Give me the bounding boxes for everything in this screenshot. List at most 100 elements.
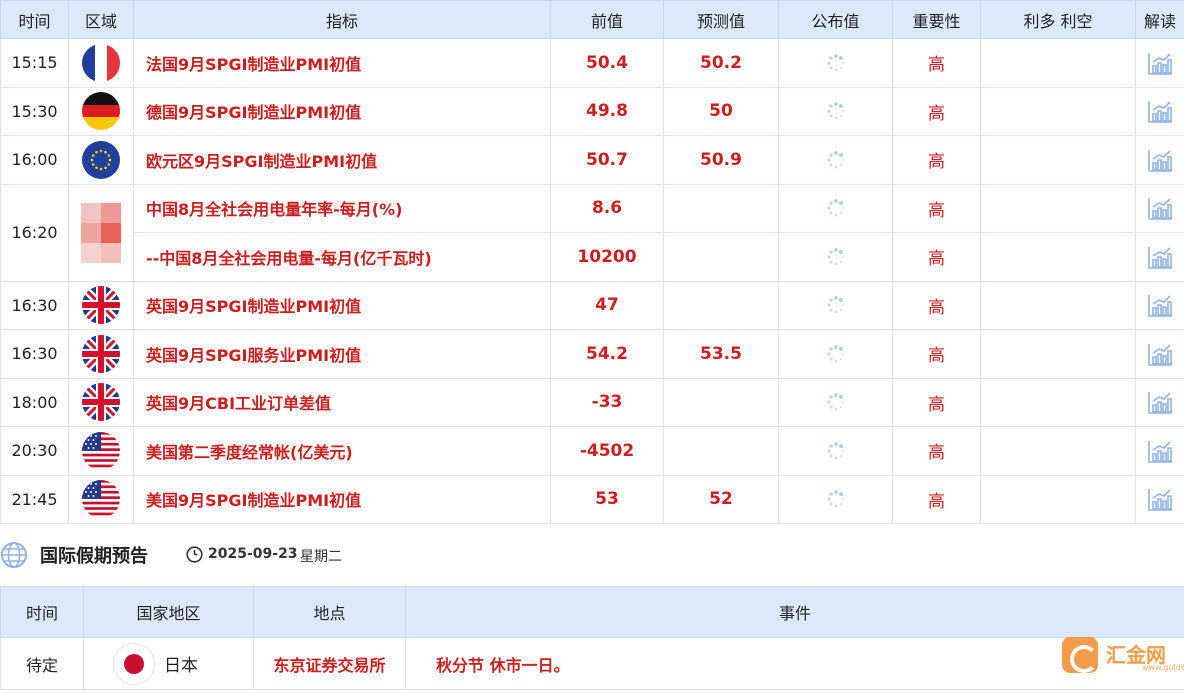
analysis-chart-icon[interactable] <box>1136 389 1184 415</box>
row-actual <box>778 426 893 476</box>
row-indicator[interactable]: 欧元区9月SPGI制造业PMI初值 <box>133 135 551 185</box>
header-impact: 利多 利空 <box>980 0 1136 39</box>
row-indicator[interactable]: 美国9月SPGI制造业PMI初值 <box>133 474 551 524</box>
analysis-chart-icon[interactable] <box>1136 292 1184 318</box>
row-time: 21:45 <box>0 474 69 524</box>
row-previous: -4502 <box>550 426 664 476</box>
row-analysis[interactable] <box>1135 426 1184 476</box>
holiday-section-title: 国际假期预告 <box>40 546 148 567</box>
row-actual <box>778 280 893 330</box>
holiday-weekday: 星期二 <box>300 549 342 565</box>
analysis-chart-icon[interactable] <box>1136 486 1184 512</box>
row-time: 16:30 <box>0 329 69 379</box>
analysis-chart-icon[interactable] <box>1136 341 1184 367</box>
globe-icon <box>0 541 28 569</box>
eu-flag-icon <box>82 140 120 179</box>
row-importance: 高 <box>892 86 981 136</box>
row-impact <box>980 183 1136 233</box>
header-actual: 公布值 <box>778 0 893 39</box>
clock-icon <box>186 546 203 563</box>
row-analysis[interactable] <box>1135 38 1184 88</box>
loading-spinner-icon <box>779 198 892 218</box>
row-actual <box>778 474 893 524</box>
row-impact <box>980 232 1136 282</box>
row-indicator[interactable]: 美国第二季度经常帐(亿美元) <box>133 426 551 476</box>
row-analysis[interactable] <box>1135 280 1184 330</box>
row-importance: 高 <box>892 329 981 379</box>
table-row: 16:30 英国9月SPGI制造业PMI初值 47 高 <box>0 280 1184 330</box>
row-region <box>68 474 134 524</box>
logo-icon <box>1062 637 1098 673</box>
row-forecast <box>663 183 779 233</box>
row-forecast <box>663 280 779 330</box>
row-importance: 高 <box>892 377 981 427</box>
loading-spinner-icon <box>779 392 892 412</box>
row-actual <box>778 86 893 136</box>
row-analysis[interactable] <box>1135 377 1184 427</box>
table-header-row: 时间 区域 指标 前值 预测值 公布值 重要性 利多 利空 解读 <box>0 0 1184 39</box>
row-time: 15:15 <box>0 38 69 88</box>
holiday-time: 待定 <box>0 637 84 690</box>
row-previous: 8.6 <box>550 183 664 233</box>
row-importance: 高 <box>892 232 981 282</box>
table-row: 16:30 英国9月SPGI服务业PMI初值 54.2 53.5 高 <box>0 329 1184 379</box>
holiday-header-country: 国家地区 <box>83 586 254 638</box>
row-importance: 高 <box>892 183 981 233</box>
row-previous: 10200 <box>550 232 664 282</box>
row-indicator[interactable]: 英国9月SPGI制造业PMI初值 <box>133 280 551 330</box>
row-indicator[interactable]: 英国9月SPGI服务业PMI初值 <box>133 329 551 379</box>
row-indicator[interactable]: 中国8月全社会用电量年率-每月(%) <box>133 183 551 233</box>
analysis-chart-icon[interactable] <box>1136 244 1184 270</box>
row-analysis[interactable] <box>1135 474 1184 524</box>
loading-spinner-icon <box>779 101 892 121</box>
row-impact <box>980 38 1136 88</box>
row-previous: 54.2 <box>550 329 664 379</box>
analysis-chart-icon[interactable] <box>1136 98 1184 124</box>
row-time: 16:20 <box>0 183 69 282</box>
row-indicator[interactable]: 德国9月SPGI制造业PMI初值 <box>133 86 551 136</box>
row-impact <box>980 135 1136 185</box>
row-actual <box>778 183 893 233</box>
row-forecast: 53.5 <box>663 329 779 379</box>
holiday-header-row: 时间 国家地区 地点 事件 <box>0 586 1184 638</box>
row-indicator[interactable]: --中国8月全社会用电量-每月(亿千瓦时) <box>133 232 551 282</box>
row-analysis[interactable] <box>1135 86 1184 136</box>
table-row: 21:45 美国9月SPGI制造业PMI初值 53 52 高 <box>0 474 1184 524</box>
table-row: 16:00 欧元区9月SPGI制造业PMI初值 50.7 50.9 高 <box>0 135 1184 185</box>
header-region: 区域 <box>68 0 134 39</box>
row-indicator[interactable]: 英国9月CBI工业订单差值 <box>133 377 551 427</box>
row-analysis[interactable] <box>1135 232 1184 282</box>
row-actual <box>778 232 893 282</box>
row-region <box>68 86 134 136</box>
row-importance: 高 <box>892 280 981 330</box>
germany-flag-icon <box>82 92 120 131</box>
analysis-chart-icon[interactable] <box>1136 50 1184 76</box>
row-importance: 高 <box>892 474 981 524</box>
row-forecast: 50 <box>663 86 779 136</box>
row-forecast: 50.2 <box>663 38 779 88</box>
table-row: 15:15 法国9月SPGI制造业PMI初值 50.4 50.2 高 <box>0 38 1184 88</box>
uk-flag-icon <box>82 383 120 422</box>
analysis-chart-icon[interactable] <box>1136 195 1184 221</box>
analysis-chart-icon[interactable] <box>1136 438 1184 464</box>
row-impact <box>980 280 1136 330</box>
holiday-country-name: 日本 <box>164 656 198 676</box>
us-flag-icon <box>82 431 120 470</box>
row-previous: -33 <box>550 377 664 427</box>
row-time: 20:30 <box>0 426 69 476</box>
row-region <box>68 135 134 185</box>
row-analysis[interactable] <box>1135 329 1184 379</box>
row-time: 16:00 <box>0 135 69 185</box>
loading-spinner-icon <box>779 489 892 509</box>
row-forecast: 50.9 <box>663 135 779 185</box>
row-analysis[interactable] <box>1135 183 1184 233</box>
row-forecast <box>663 426 779 476</box>
analysis-chart-icon[interactable] <box>1136 147 1184 173</box>
row-analysis[interactable] <box>1135 135 1184 185</box>
loading-spinner-icon <box>779 344 892 364</box>
holiday-date: 2025-09-23 <box>208 546 298 562</box>
row-indicator[interactable]: 法国9月SPGI制造业PMI初值 <box>133 38 551 88</box>
row-time: 16:30 <box>0 280 69 330</box>
holiday-country: 日本 <box>83 637 254 690</box>
row-impact <box>980 329 1136 379</box>
